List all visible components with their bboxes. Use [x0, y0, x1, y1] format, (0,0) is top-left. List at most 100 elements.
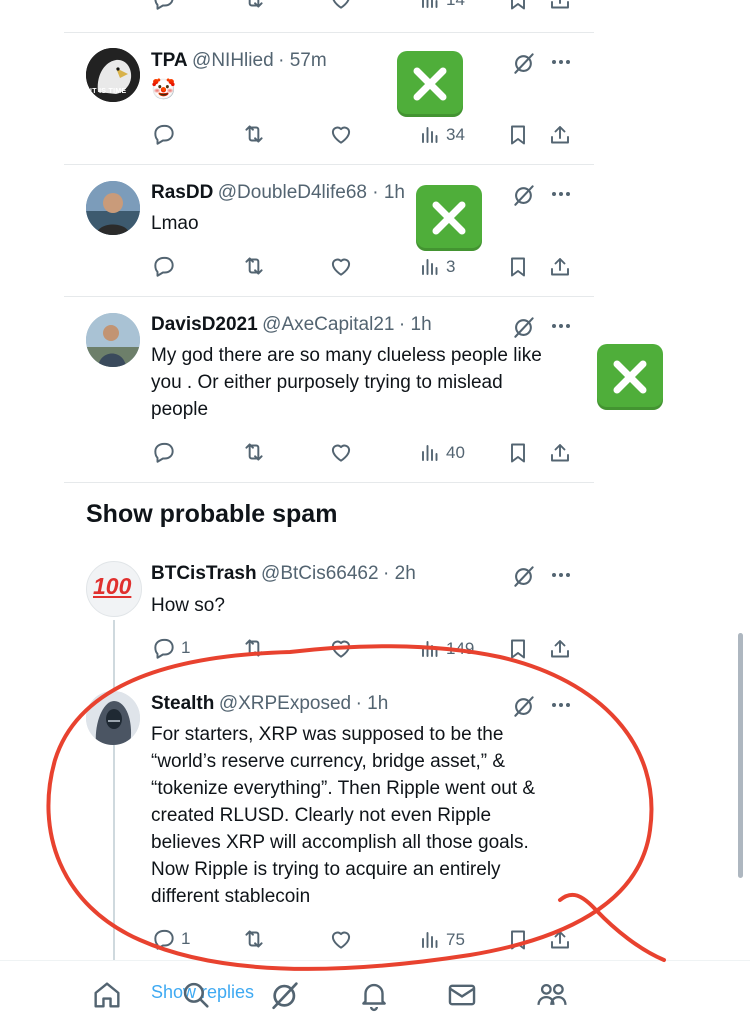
grok-icon[interactable]	[511, 314, 537, 340]
bookmark-icon[interactable]	[506, 928, 530, 952]
tweet-header: BTCisTrash @BtCis66462 · 2h	[151, 563, 416, 585]
more-icon[interactable]	[549, 182, 573, 206]
search-icon[interactable]	[179, 978, 213, 1012]
views-count: 34	[446, 125, 465, 144]
like-icon[interactable]	[328, 439, 354, 465]
views-count: 3	[446, 257, 456, 276]
share-icon[interactable]	[548, 123, 572, 147]
divider	[64, 296, 594, 297]
views-button[interactable]: 3	[418, 255, 455, 279]
avatar[interactable]	[86, 181, 140, 235]
hundred-emoji-avatar: 100	[93, 573, 132, 599]
views-icon	[418, 928, 442, 952]
tweet-text-line: people	[151, 399, 209, 420]
display-name[interactable]: BTCisTrash	[151, 563, 257, 584]
views-button[interactable]: 40	[418, 441, 465, 465]
person-avatar-image	[86, 181, 140, 235]
timestamp[interactable]: · 2h	[383, 563, 416, 584]
repost-icon[interactable]	[241, 635, 267, 661]
repost-icon[interactable]	[241, 0, 267, 12]
cross-mark-icon	[397, 51, 463, 117]
communities-icon[interactable]	[535, 978, 569, 1012]
views-button[interactable]: 149	[418, 637, 474, 661]
more-icon[interactable]	[549, 693, 573, 717]
display-name[interactable]: Stealth	[151, 693, 214, 714]
tweet-text: How so?	[151, 595, 225, 616]
avatar[interactable]: 100	[86, 561, 142, 617]
share-icon[interactable]	[548, 441, 572, 465]
views-count: 149	[446, 639, 475, 658]
display-name[interactable]: TPA	[151, 50, 188, 71]
handle[interactable]: @DoubleD4life68 · 1h	[218, 182, 405, 203]
divider	[64, 482, 594, 483]
views-button[interactable]: 75	[418, 928, 465, 952]
reply-icon[interactable]	[151, 121, 177, 147]
timestamp[interactable]: · 57m	[278, 50, 327, 71]
scrollbar-thumb[interactable]	[738, 633, 743, 878]
reply-icon	[151, 635, 177, 661]
grok-icon[interactable]	[511, 693, 537, 719]
like-icon[interactable]	[328, 635, 354, 661]
grok-icon[interactable]	[511, 50, 537, 76]
reply-icon[interactable]	[151, 0, 177, 12]
handle[interactable]: @NIHlied	[192, 50, 274, 71]
reply-icon[interactable]	[151, 439, 177, 465]
section-header[interactable]: Show probable spam	[86, 500, 337, 529]
bookmark-icon[interactable]	[506, 637, 530, 661]
avatar[interactable]: IT IS TIME	[86, 48, 140, 102]
more-icon[interactable]	[549, 50, 573, 74]
display-name[interactable]: RasDD	[151, 182, 213, 203]
grok-icon[interactable]	[511, 182, 537, 208]
home-icon[interactable]	[90, 978, 124, 1012]
timestamp[interactable]: · 1h	[399, 314, 432, 335]
more-icon[interactable]	[549, 563, 573, 587]
reply-icon[interactable]	[151, 253, 177, 279]
bookmark-icon[interactable]	[506, 255, 530, 279]
views-icon	[418, 123, 442, 147]
tweet-text: For starters, XRP was supposed to be the…	[151, 721, 591, 910]
handle[interactable]: @BtCis66462	[261, 563, 379, 584]
avatar[interactable]	[86, 313, 140, 367]
tweet-header: RasDD @DoubleD4life68 · 1h	[151, 182, 405, 204]
tweet-text-line: Now Ripple is trying to acquire an entir…	[151, 859, 501, 880]
reply-button[interactable]: 1	[151, 926, 190, 952]
avatar-caption: IT IS TIME	[90, 88, 127, 95]
avatar[interactable]	[86, 691, 140, 745]
like-icon[interactable]	[328, 121, 354, 147]
views-count: 40	[446, 443, 465, 462]
repost-icon[interactable]	[241, 253, 267, 279]
views-button[interactable]: 34	[418, 123, 465, 147]
bookmark-icon[interactable]	[506, 123, 530, 147]
display-name[interactable]: DavisD2021	[151, 314, 258, 335]
tweet-header: Stealth @XRPExposed · 1h	[151, 693, 388, 715]
share-icon[interactable]	[548, 255, 572, 279]
like-icon[interactable]	[328, 0, 354, 12]
divider	[64, 164, 594, 165]
timestamp[interactable]: · 1h	[356, 693, 389, 714]
views-button[interactable]: 14	[418, 0, 465, 12]
bookmark-icon[interactable]	[506, 441, 530, 465]
share-icon[interactable]	[548, 0, 572, 12]
bell-icon[interactable]	[357, 978, 391, 1012]
repost-icon[interactable]	[241, 121, 267, 147]
repost-icon[interactable]	[241, 439, 267, 465]
mail-icon[interactable]	[445, 978, 479, 1012]
handle[interactable]: @XRPExposed	[219, 693, 351, 714]
grok-icon[interactable]	[268, 978, 302, 1012]
reply-button[interactable]: 1	[151, 635, 190, 661]
share-icon[interactable]	[548, 637, 572, 661]
repost-icon[interactable]	[241, 926, 267, 952]
reply-count: 1	[181, 638, 191, 657]
like-icon[interactable]	[328, 253, 354, 279]
more-icon[interactable]	[549, 314, 573, 338]
views-count: 14	[446, 0, 465, 10]
tweet-header: TPA @NIHlied · 57m	[151, 50, 327, 72]
grok-icon[interactable]	[511, 563, 537, 589]
tweet-text-line: For starters, XRP was supposed to be the	[151, 724, 504, 745]
tweet-text: Lmao	[151, 213, 199, 234]
like-icon[interactable]	[328, 926, 354, 952]
bookmark-icon[interactable]	[506, 0, 530, 12]
handle[interactable]: @AxeCapital21	[262, 314, 394, 335]
share-icon[interactable]	[548, 928, 572, 952]
tweet-text-line: created RLUSD. Clearly not even Ripple	[151, 805, 492, 826]
